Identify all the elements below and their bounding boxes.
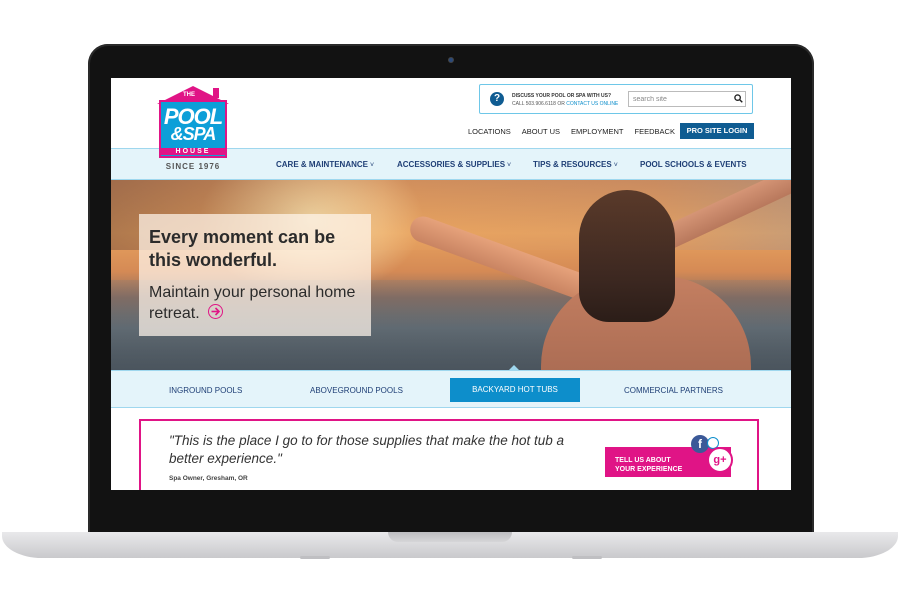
- contact-us-link[interactable]: CONTACT US ONLINE: [566, 101, 618, 107]
- laptop-foot: [300, 556, 330, 559]
- nav-label: TIPS & RESOURCES: [533, 160, 612, 169]
- utility-nav: LOCATIONS ABOUT US EMPLOYMENT FEEDBACK: [468, 127, 686, 136]
- testimonial-quote: "This is the place I go to for those sup…: [169, 433, 565, 466]
- hero-subline-text: Maintain your personal home retreat.: [149, 284, 356, 322]
- nav-tips-resources[interactable]: TIPS & RESOURCES ˅: [533, 160, 618, 169]
- tell-us-line2: YOUR EXPERIENCE: [615, 466, 683, 473]
- contact-line: CALL 503.906.6118 OR CONTACT US ONLINE: [512, 101, 618, 107]
- logo-spa: &SPA: [170, 124, 217, 144]
- browser-screen: THE POOL &SPA HOUSE SINCE 1976 ? DISCUSS…: [111, 78, 791, 490]
- nav-pool-schools-events[interactable]: POOL SCHOOLS & EVENTS: [640, 160, 747, 169]
- chevron-down-icon: ˅: [613, 162, 618, 169]
- contact-question: DISCUSS YOUR POOL OR SPA WITH US?: [512, 93, 611, 99]
- logo-box: POOL &SPA HOUSE: [159, 100, 227, 158]
- contact-box: ? DISCUSS YOUR POOL OR SPA WITH US? CALL…: [479, 84, 753, 114]
- testimonial-attribution: Spa Owner, Gresham, OR: [169, 475, 248, 482]
- site-logo[interactable]: THE POOL &SPA HOUSE SINCE 1976: [151, 84, 235, 174]
- testimonial-box: "This is the place I go to for those sup…: [139, 419, 759, 490]
- hero-person-hair: [579, 190, 675, 322]
- tab-aboveground-pools[interactable]: ABOVEGROUND POOLS: [310, 386, 403, 395]
- nav-locations[interactable]: LOCATIONS: [468, 127, 511, 136]
- nav-accessories-supplies[interactable]: ACCESSORIES & SUPPLIES ˅: [397, 160, 511, 169]
- arrow-right-icon[interactable]: [208, 304, 224, 320]
- logo-house: HOUSE: [161, 148, 225, 155]
- pro-login-button[interactable]: PRO SITE LOGIN: [680, 123, 754, 139]
- tab-commercial-partners[interactable]: COMMERCIAL PARTNERS: [624, 386, 723, 395]
- site-header: THE POOL &SPA HOUSE SINCE 1976 ? DISCUSS…: [111, 78, 791, 171]
- google-plus-icon[interactable]: g+: [707, 447, 733, 473]
- search-input[interactable]: [628, 91, 746, 107]
- hero-headline: Every moment can be this wonderful.: [149, 227, 336, 270]
- logo-the: THE: [183, 92, 195, 98]
- contact-phone: CALL 503.906.6118 OR: [512, 101, 565, 107]
- search-icon[interactable]: [734, 94, 743, 103]
- chevron-down-icon: ˅: [370, 162, 375, 169]
- logo-since: SINCE 1976: [165, 162, 221, 171]
- nav-label: CARE & MAINTENANCE: [276, 160, 368, 169]
- tab-inground-pools[interactable]: INGROUND POOLS: [169, 386, 242, 395]
- tell-us-line1: TELL US ABOUT: [615, 457, 671, 464]
- laptop-foot: [572, 556, 602, 559]
- nav-label: ACCESSORIES & SUPPLIES: [397, 160, 506, 169]
- hero-subline[interactable]: Maintain your personal home retreat.: [149, 282, 364, 324]
- nav-employment[interactable]: EMPLOYMENT: [571, 127, 624, 136]
- question-icon: ?: [490, 92, 504, 106]
- nav-feedback[interactable]: FEEDBACK: [635, 127, 675, 136]
- camera-icon: [448, 57, 454, 63]
- nav-about-us[interactable]: ABOUT US: [522, 127, 560, 136]
- hero-banner: Every moment can be this wonderful. Main…: [111, 180, 791, 370]
- hero-card[interactable]: Every moment can be this wonderful. Main…: [139, 214, 371, 336]
- chevron-down-icon: ˅: [507, 162, 512, 169]
- laptop-notch: [388, 532, 512, 542]
- nav-care-maintenance[interactable]: CARE & MAINTENANCE ˅: [276, 160, 374, 169]
- nav-label: POOL SCHOOLS & EVENTS: [640, 160, 747, 169]
- sub-nav: INGROUND POOLS ABOVEGROUND POOLS BACKYAR…: [111, 370, 791, 408]
- tab-backyard-hot-tubs[interactable]: BACKYARD HOT TUBS: [450, 378, 580, 402]
